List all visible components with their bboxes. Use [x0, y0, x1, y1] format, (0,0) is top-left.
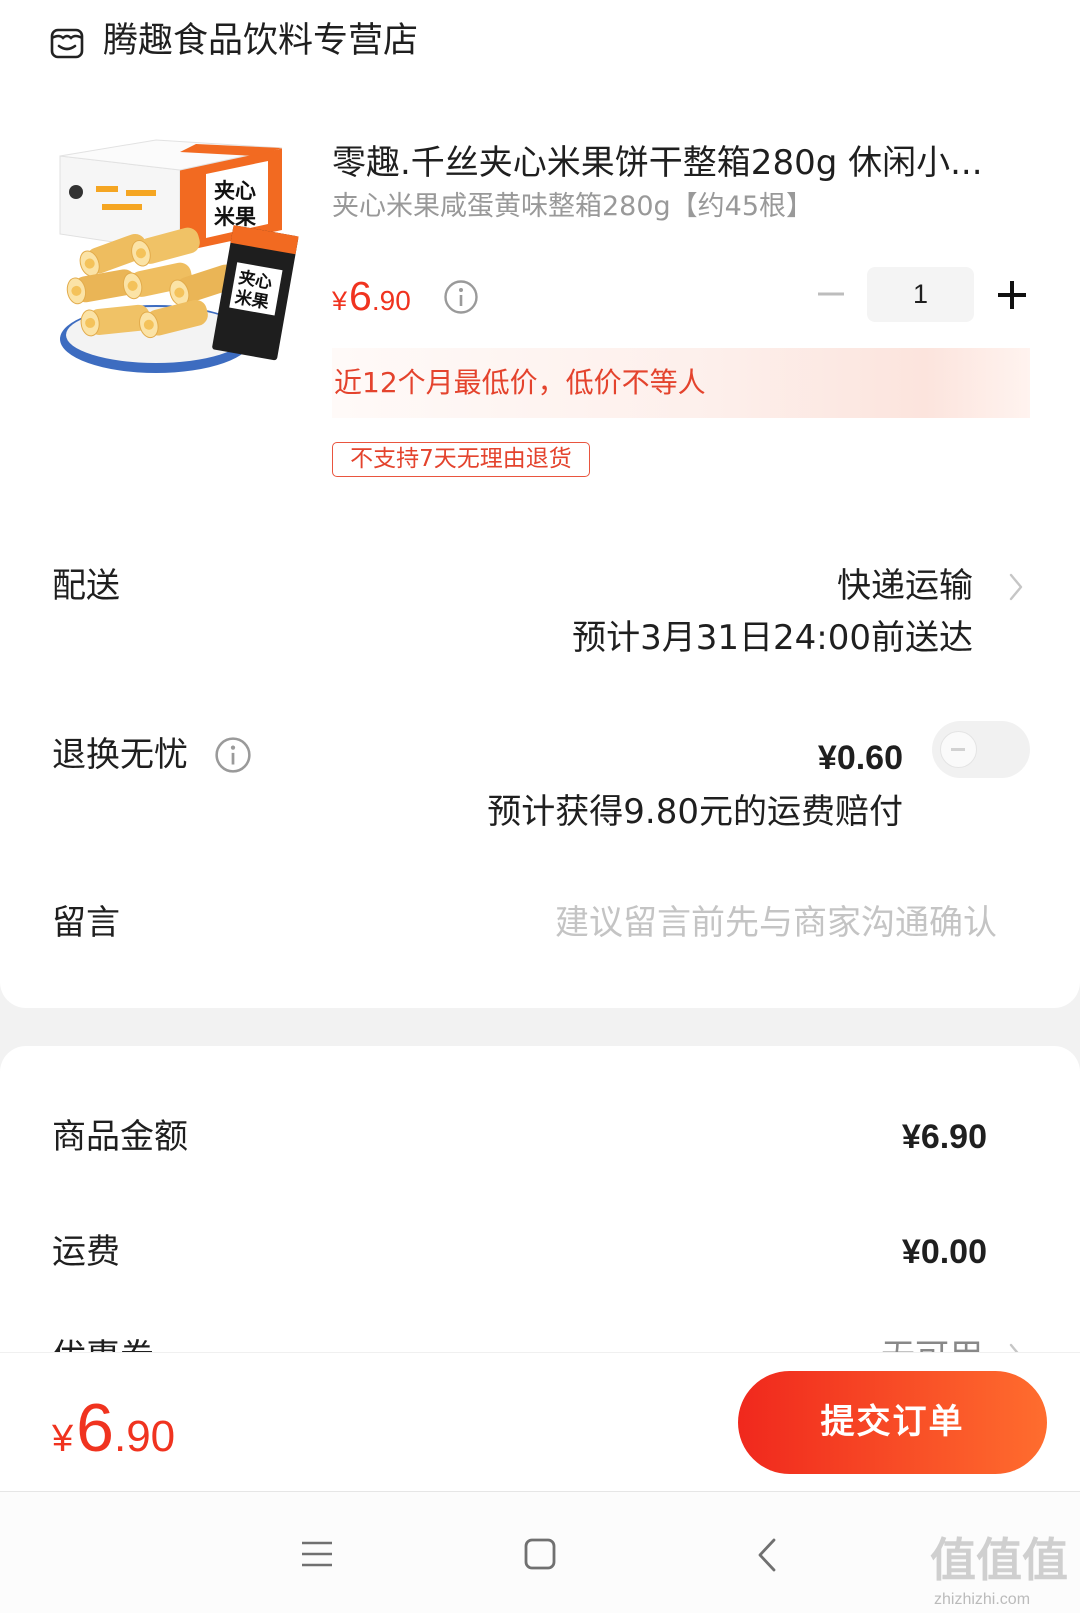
decrease-quantity-button[interactable] — [815, 282, 847, 306]
product-image-graphic: 夹心 米果 夹心 米果 — [59, 139, 299, 373]
toggle-knob — [940, 731, 977, 768]
product-variant[interactable]: 夹心米果咸蛋黄味整箱280g【约45根】 — [332, 189, 813, 225]
total-currency: ¥ — [52, 1418, 74, 1460]
menu-icon[interactable] — [301, 1539, 333, 1569]
watermark-site: zhizhizhi.com — [934, 1591, 1031, 1608]
summary-value-goods: ¥6.90 — [901, 1118, 987, 1156]
checkout-bar: ¥ 6 .90 提交订单 — [0, 1352, 1080, 1491]
return-insurance-note: 预计获得9.80元的运费赔付 — [487, 792, 903, 832]
submit-order-button[interactable]: 提交订单 — [738, 1371, 1047, 1474]
message-input[interactable] — [500, 901, 997, 945]
price-info-icon[interactable] — [443, 279, 479, 315]
total-price: ¥ 6 .90 — [52, 1389, 176, 1466]
summary-label-shipping: 运费 — [52, 1232, 120, 1272]
delivery-method[interactable]: 快递运输 — [837, 564, 973, 608]
shop-name: 腾趣食品饮料专营店 — [103, 21, 419, 61]
return-insurance-price: ¥0.60 — [817, 739, 903, 777]
quantity-stepper — [812, 267, 1032, 322]
quantity-input[interactable] — [867, 267, 974, 322]
shop-icon — [50, 28, 84, 59]
home-icon[interactable] — [524, 1538, 556, 1570]
packaging-text-line1: 夹心 — [214, 179, 256, 203]
chevron-right-icon[interactable] — [1006, 570, 1026, 604]
delivery-label: 配送 — [52, 566, 120, 606]
watermark-logo: 值值值 — [930, 1533, 1068, 1587]
order-card: 腾趣食品饮料专营店 夹心 米果 夹心 米果 零趣.千丝夹心米果饼干整箱280g … — [0, 0, 1080, 1008]
increase-quantity-button[interactable] — [995, 278, 1029, 312]
toggle-off-icon — [951, 748, 965, 751]
total-decimal: .90 — [113, 1412, 176, 1461]
message-label: 留言 — [52, 903, 120, 943]
price-integer: 6 — [349, 273, 372, 319]
return-insurance-label: 退换无忧 — [52, 735, 188, 775]
price-currency: ¥ — [332, 286, 348, 316]
return-insurance-toggle[interactable] — [932, 721, 1030, 778]
shop-header[interactable]: 腾趣食品饮料专营店 — [49, 19, 549, 64]
price-decimal: .90 — [371, 285, 411, 316]
summary-value-shipping: ¥0.00 — [901, 1233, 987, 1271]
product-price: ¥ 6 .90 — [332, 273, 411, 327]
return-insurance-info-icon[interactable] — [214, 736, 252, 774]
promo-banner: 近12个月最低价，低价不等人 — [332, 348, 1030, 418]
back-icon[interactable] — [756, 1537, 778, 1573]
product-title[interactable]: 零趣.千丝夹心米果饼干整箱280g 休闲小... — [332, 141, 1022, 185]
total-integer: 6 — [76, 1390, 114, 1466]
promo-banner-text: 近12个月最低价，低价不等人 — [334, 366, 706, 399]
product-image[interactable]: 夹心 米果 夹心 米果 — [56, 134, 301, 383]
summary-label-goods: 商品金额 — [52, 1117, 188, 1157]
delivery-eta: 预计3月31日24:00前送达 — [572, 618, 973, 658]
no-return-tag: 不支持7天无理由退货 — [332, 442, 590, 477]
system-nav-bar: 值值值 zhizhizhi.com — [0, 1491, 1080, 1613]
